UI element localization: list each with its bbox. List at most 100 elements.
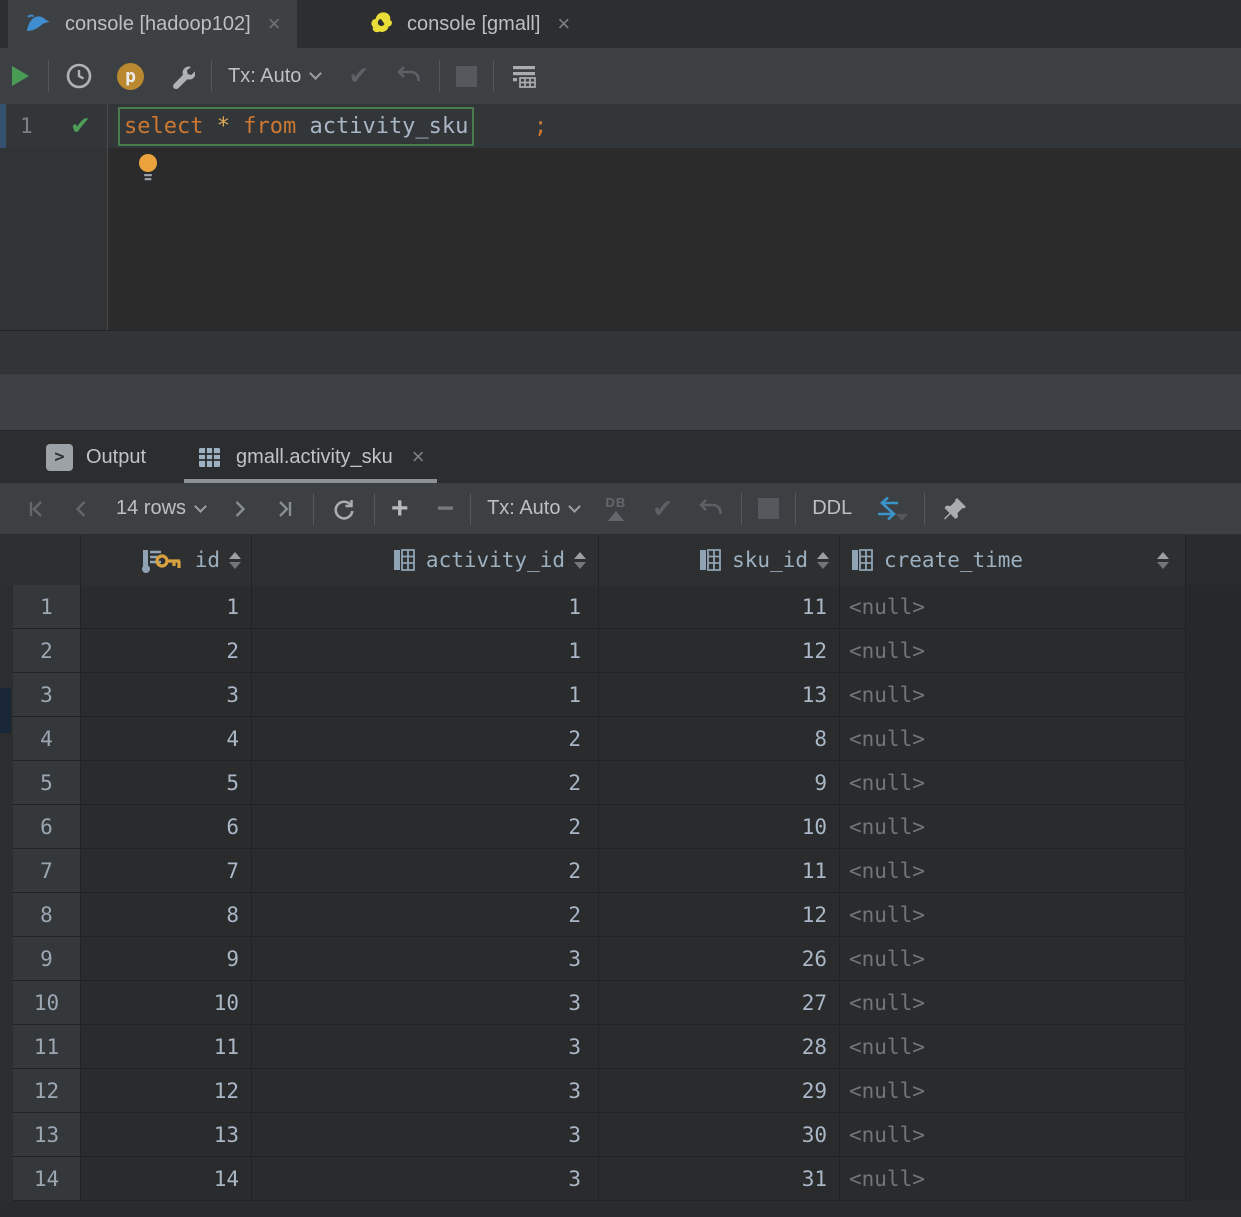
tab-result-grid[interactable]: gmall.activity_sku × xyxy=(178,431,443,483)
cell-create-time[interactable]: <null> xyxy=(840,629,1186,673)
column-header-activity-id[interactable]: activity_id xyxy=(252,535,599,585)
cell-activity-id[interactable]: 3 xyxy=(252,1157,599,1201)
tab-output[interactable]: > Output xyxy=(28,431,164,483)
cell-activity-id[interactable]: 1 xyxy=(252,585,599,629)
cell-create-time[interactable]: <null> xyxy=(840,893,1186,937)
sql-editor[interactable]: 1 ✔ select * from activity_sku ; xyxy=(0,104,1241,330)
close-icon[interactable]: × xyxy=(557,13,570,35)
cell-create-time[interactable]: <null> xyxy=(840,981,1186,1025)
cell-activity-id[interactable]: 3 xyxy=(252,1025,599,1069)
cell-sku-id[interactable]: 30 xyxy=(599,1113,840,1157)
close-icon[interactable]: × xyxy=(268,13,281,35)
cell-activity-id[interactable]: 2 xyxy=(252,805,599,849)
row-number-cell[interactable]: 11 xyxy=(13,1025,81,1069)
row-number-cell[interactable]: 3 xyxy=(13,673,81,717)
cell-sku-id[interactable]: 11 xyxy=(599,585,840,629)
reload-refresh-icon[interactable] xyxy=(330,495,358,523)
sort-toggle-icon[interactable] xyxy=(229,551,241,569)
cell-create-time[interactable]: <null> xyxy=(840,717,1186,761)
cell-sku-id[interactable]: 12 xyxy=(599,893,840,937)
rollback-undo-icon[interactable] xyxy=(395,62,423,90)
cell-activity-id[interactable]: 1 xyxy=(252,629,599,673)
intention-bulb-icon[interactable] xyxy=(136,152,160,189)
cell-id[interactable]: 1 xyxy=(81,585,252,629)
cell-activity-id[interactable]: 2 xyxy=(252,717,599,761)
cell-create-time[interactable]: <null> xyxy=(840,673,1186,717)
cell-id[interactable]: 7 xyxy=(81,849,252,893)
parameters-badge-icon[interactable]: p xyxy=(117,62,144,90)
next-page-icon[interactable] xyxy=(227,497,251,521)
cell-activity-id[interactable]: 3 xyxy=(252,1069,599,1113)
pin-tab-icon[interactable] xyxy=(941,495,969,523)
cell-create-time[interactable]: <null> xyxy=(840,1069,1186,1113)
cell-create-time[interactable]: <null> xyxy=(840,1025,1186,1069)
cell-sku-id[interactable]: 12 xyxy=(599,629,840,673)
tx-mode-dropdown-grid[interactable]: Tx: Auto xyxy=(487,497,582,520)
row-number-cell[interactable]: 6 xyxy=(13,805,81,849)
tab-console-hadoop102[interactable]: console [hadoop102] × xyxy=(8,0,297,48)
sort-toggle-icon[interactable] xyxy=(817,551,829,569)
cell-sku-id[interactable]: 13 xyxy=(599,673,840,717)
cell-id[interactable]: 13 xyxy=(81,1113,252,1157)
cell-sku-id[interactable]: 27 xyxy=(599,981,840,1025)
delete-row-icon[interactable]: − xyxy=(437,493,455,524)
tab-console-gmall[interactable]: console [gmall] × xyxy=(352,0,586,48)
row-number-cell[interactable]: 9 xyxy=(13,937,81,981)
row-number-cell[interactable]: 14 xyxy=(13,1157,81,1201)
previous-page-icon[interactable] xyxy=(70,497,94,521)
cell-create-time[interactable]: <null> xyxy=(840,805,1186,849)
cell-sku-id[interactable]: 10 xyxy=(599,805,840,849)
row-number-cell[interactable]: 10 xyxy=(13,981,81,1025)
cell-id[interactable]: 8 xyxy=(81,893,252,937)
cell-activity-id[interactable]: 2 xyxy=(252,893,599,937)
row-number-cell[interactable]: 1 xyxy=(13,585,81,629)
cell-id[interactable]: 12 xyxy=(81,1069,252,1113)
row-number-cell[interactable]: 4 xyxy=(13,717,81,761)
cell-id[interactable]: 5 xyxy=(81,761,252,805)
wrench-settings-icon[interactable] xyxy=(168,63,195,90)
ddl-button[interactable]: DDL xyxy=(812,497,852,520)
row-number-cell[interactable]: 8 xyxy=(13,893,81,937)
submit-to-db-icon[interactable]: DB xyxy=(605,496,626,521)
cell-activity-id[interactable]: 2 xyxy=(252,849,599,893)
column-header-create-time[interactable]: create_time xyxy=(840,535,1186,585)
cell-id[interactable]: 9 xyxy=(81,937,252,981)
page-size-dropdown[interactable]: 14 rows xyxy=(116,497,207,520)
tx-mode-dropdown[interactable]: Tx: Auto xyxy=(228,65,323,88)
sort-toggle-icon[interactable] xyxy=(574,551,586,569)
history-clock-icon[interactable] xyxy=(65,62,93,90)
cell-activity-id[interactable]: 3 xyxy=(252,937,599,981)
cell-activity-id[interactable]: 1 xyxy=(252,673,599,717)
row-number-cell[interactable]: 2 xyxy=(13,629,81,673)
commit-check-icon[interactable]: ✔ xyxy=(348,61,369,91)
cell-create-time[interactable]: <null> xyxy=(840,1157,1186,1201)
row-number-cell[interactable]: 7 xyxy=(13,849,81,893)
cell-activity-id[interactable]: 3 xyxy=(252,1113,599,1157)
panel-splitter[interactable] xyxy=(0,373,1241,431)
cell-sku-id[interactable]: 9 xyxy=(599,761,840,805)
commit-check-icon[interactable]: ✔ xyxy=(652,494,673,524)
cell-sku-id[interactable]: 28 xyxy=(599,1025,840,1069)
cell-sku-id[interactable]: 11 xyxy=(599,849,840,893)
cell-create-time[interactable]: <null> xyxy=(840,761,1186,805)
column-header-id[interactable]: id xyxy=(81,535,252,585)
cell-sku-id[interactable]: 26 xyxy=(599,937,840,981)
stop-icon[interactable] xyxy=(456,65,478,87)
cell-activity-id[interactable]: 3 xyxy=(252,981,599,1025)
cell-id[interactable]: 10 xyxy=(81,981,252,1025)
cell-sku-id[interactable]: 31 xyxy=(599,1157,840,1201)
cell-create-time[interactable]: <null> xyxy=(840,585,1186,629)
cell-create-time[interactable]: <null> xyxy=(840,1113,1186,1157)
cell-sku-id[interactable]: 8 xyxy=(599,717,840,761)
cell-id[interactable]: 4 xyxy=(81,717,252,761)
rollback-undo-icon[interactable] xyxy=(697,495,725,523)
column-header-sku-id[interactable]: sku_id xyxy=(599,535,840,585)
sort-toggle-icon[interactable] xyxy=(1157,551,1169,569)
cell-create-time[interactable]: <null> xyxy=(840,849,1186,893)
close-icon[interactable]: × xyxy=(412,446,425,468)
row-number-cell[interactable]: 5 xyxy=(13,761,81,805)
first-page-icon[interactable] xyxy=(24,497,48,521)
run-icon[interactable] xyxy=(6,63,32,89)
console-output-settings-icon[interactable] xyxy=(510,62,538,90)
row-number-cell[interactable]: 13 xyxy=(13,1113,81,1157)
